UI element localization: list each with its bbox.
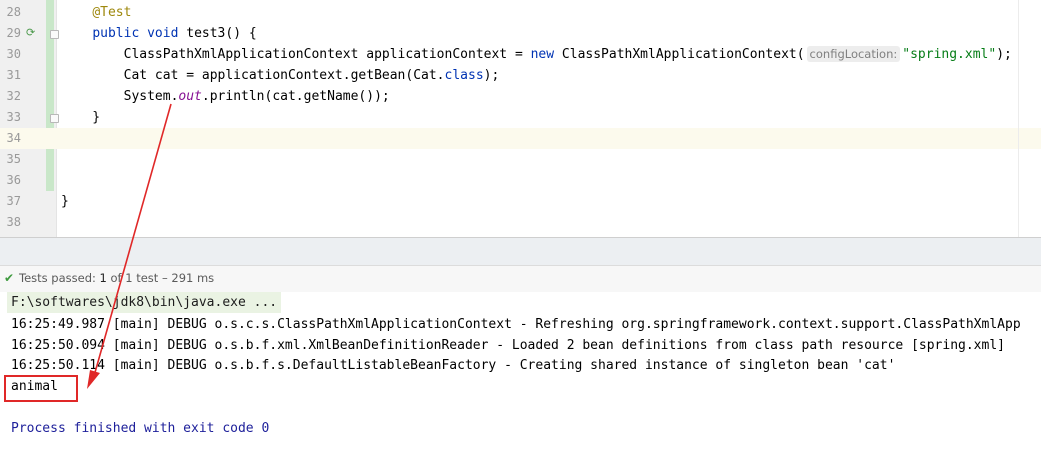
code-line[interactable]: 32 System.out.println(cat.getName());: [0, 86, 1041, 107]
code-line[interactable]: 28 @Test: [0, 2, 1041, 23]
code-token: class: [444, 68, 484, 83]
right-margin-guide: [1018, 0, 1019, 237]
fold-marker-icon[interactable]: [50, 114, 59, 123]
line-number[interactable]: 34: [0, 128, 21, 149]
code-token: .println(cat.getName());: [201, 89, 390, 104]
line-number[interactable]: 31: [0, 65, 21, 86]
console-exit-line: Process finished with exit code 0: [11, 421, 270, 436]
code-text[interactable]: public void test3() {: [61, 23, 257, 44]
code-token: );: [996, 47, 1012, 62]
code-token: out: [178, 89, 202, 104]
line-number[interactable]: 37: [0, 191, 21, 212]
code-token: );: [483, 68, 500, 83]
code-line[interactable]: 38: [0, 212, 1041, 233]
line-number[interactable]: 33: [0, 107, 21, 128]
highlight-box: [4, 375, 78, 402]
code-line[interactable]: 36: [0, 170, 1041, 191]
code-token: "spring.xml": [902, 47, 997, 62]
code-token: ClassPathXmlApplicationContext applicati…: [61, 47, 531, 62]
code-text[interactable]: System.out.println(cat.getName());: [61, 86, 390, 107]
code-line[interactable]: 35: [0, 149, 1041, 170]
line-number[interactable]: 35: [0, 149, 21, 170]
tool-window-divider[interactable]: [0, 237, 1041, 266]
code-token: new: [530, 47, 555, 62]
run-console[interactable]: F:\softwares\jdk8\bin\java.exe ... 16:25…: [0, 292, 1041, 468]
fold-marker-icon[interactable]: [50, 30, 59, 39]
code-token: @Test: [92, 5, 132, 20]
test-results-bar: ✔ Tests passed: 1 of 1 test – 291 ms: [0, 265, 1041, 293]
code-token: Cat cat = applicationContext.getBean(Cat…: [61, 68, 445, 83]
console-log-line: 16:25:50.094 [main] DEBUG o.s.b.f.xml.Xm…: [11, 338, 1005, 353]
test-passed-icon: ✔: [4, 271, 15, 285]
code-line[interactable]: 33 }: [0, 107, 1041, 128]
code-text[interactable]: }: [61, 107, 100, 128]
line-number[interactable]: 29: [0, 23, 21, 44]
code-text[interactable]: ClassPathXmlApplicationContext applicati…: [61, 44, 1012, 65]
test-status-text: Tests passed: 1 of 1 test – 291 ms: [19, 266, 214, 291]
console-log-line: 16:25:49.987 [main] DEBUG o.s.c.s.ClassP…: [11, 317, 1021, 332]
test-status-label: Tests passed:: [19, 271, 96, 285]
line-number[interactable]: 28: [0, 2, 21, 23]
console-log-line: 16:25:50.114 [main] DEBUG o.s.b.f.s.Defa…: [11, 358, 896, 373]
console-command-line[interactable]: F:\softwares\jdk8\bin\java.exe ...: [7, 292, 282, 313]
code-text[interactable]: @Test: [61, 2, 131, 23]
code-token: System.: [61, 89, 179, 104]
code-line[interactable]: 34: [0, 128, 1041, 149]
code-editor[interactable]: 28 @Test 29 ⟳ public void test3() {30 Clas…: [0, 0, 1041, 237]
code-text[interactable]: }: [61, 191, 69, 212]
test-status-detail: of 1 test – 291 ms: [106, 271, 215, 285]
code-token: ClassPathXmlApplicationContext(: [554, 47, 805, 62]
line-number[interactable]: 36: [0, 170, 21, 191]
code-token: public: [92, 26, 140, 41]
line-number[interactable]: 30: [0, 44, 21, 65]
code-line[interactable]: 37}: [0, 191, 1041, 212]
code-line[interactable]: 30 ClassPathXmlApplicationContext applic…: [0, 44, 1041, 65]
run-test-icon[interactable]: ⟳: [26, 27, 38, 39]
code-token: }: [61, 110, 101, 125]
code-line[interactable]: 31 Cat cat = applicationContext.getBean(…: [0, 65, 1041, 86]
code-token: }: [61, 194, 69, 209]
code-line[interactable]: 29 ⟳ public void test3() {: [0, 23, 1041, 44]
line-number[interactable]: 32: [0, 86, 21, 107]
parameter-hint: configLocation:: [806, 46, 901, 62]
code-text[interactable]: Cat cat = applicationContext.getBean(Cat…: [61, 65, 500, 86]
code-token: test3() {: [178, 26, 257, 41]
code-token: void: [147, 26, 179, 41]
tests-passed-count: 1: [99, 271, 107, 285]
line-number[interactable]: 38: [0, 212, 21, 233]
